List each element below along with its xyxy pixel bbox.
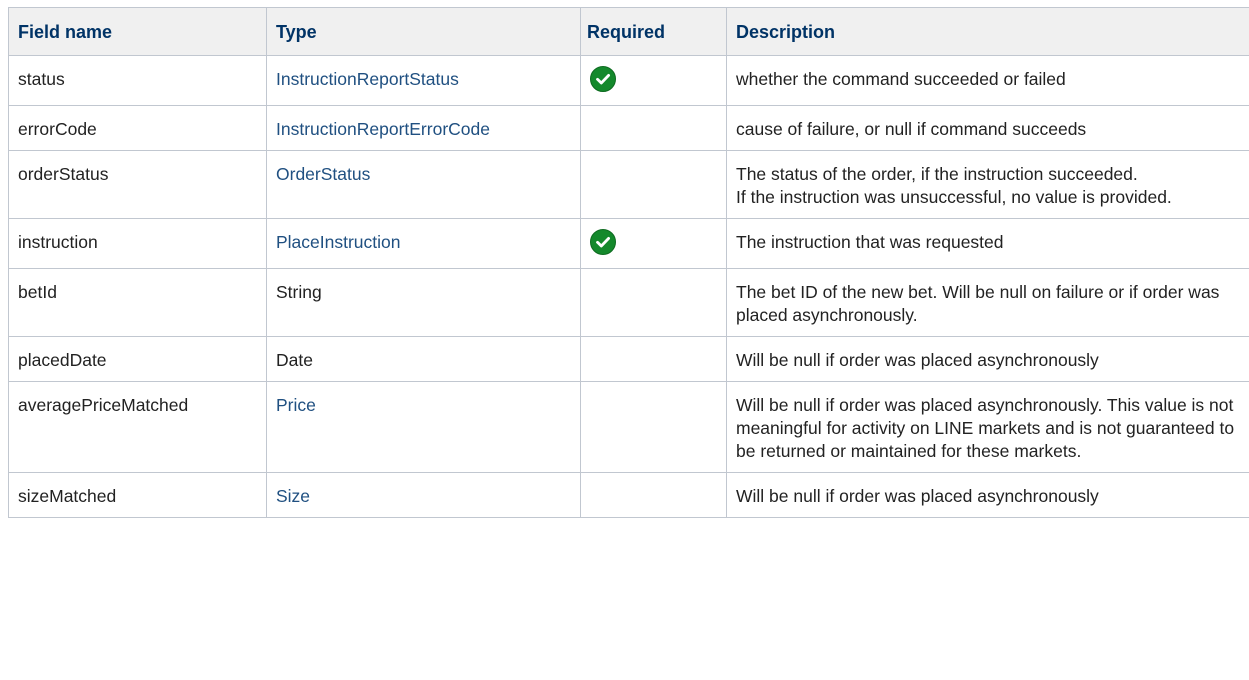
type-link[interactable]: PlaceInstruction xyxy=(276,232,401,252)
table-header-row: Field name Type Required Description xyxy=(8,7,1249,56)
description-text: Will be null if order was placed asynchr… xyxy=(736,486,1099,506)
table-row: instruction PlaceInstruction The instructi… xyxy=(8,218,1249,269)
table-row: status InstructionReportStatus whether the… xyxy=(8,55,1249,106)
description-text: The instruction that was requested xyxy=(736,232,1004,252)
table-row: averagePriceMatched Price Will be null if … xyxy=(8,381,1249,473)
field-name: status xyxy=(18,69,65,89)
type-label: Date xyxy=(276,350,313,370)
type-link[interactable]: OrderStatus xyxy=(276,164,370,184)
field-name-cell: status xyxy=(8,55,267,106)
header-description: Description xyxy=(726,7,1249,56)
field-name-cell: errorCode xyxy=(8,105,267,151)
type-cell: PlaceInstruction xyxy=(266,218,581,269)
description-text: The bet ID of the new bet. Will be null … xyxy=(736,282,1220,325)
type-cell: Price xyxy=(266,381,581,473)
type-cell: Date xyxy=(266,336,581,382)
check-circle-icon xyxy=(589,228,617,256)
field-name-cell: orderStatus xyxy=(8,150,267,219)
type-cell: InstructionReportStatus xyxy=(266,55,581,106)
description-cell: The bet ID of the new bet. Will be null … xyxy=(726,268,1249,337)
required-cell xyxy=(580,336,727,382)
field-name-cell: placedDate xyxy=(8,336,267,382)
field-name: errorCode xyxy=(18,119,97,139)
header-required: Required xyxy=(580,7,727,56)
table-row: betId String The bet ID of the new bet. Wi… xyxy=(8,268,1249,337)
header-type: Type xyxy=(266,7,581,56)
description-text: Will be null if order was placed asynchr… xyxy=(736,395,1235,461)
required-cell xyxy=(580,381,727,473)
table-row: errorCode InstructionReportErrorCode cause… xyxy=(8,105,1249,151)
description-cell: whether the command succeeded or failed xyxy=(726,55,1249,106)
description-cell: Will be null if order was placed asynchr… xyxy=(726,472,1249,518)
type-cell: String xyxy=(266,268,581,337)
table-row: placedDate Date Will be null if order was … xyxy=(8,336,1249,382)
fields-table: Field name Type Required Description sta… xyxy=(8,7,1249,518)
type-label: String xyxy=(276,282,322,302)
field-name: averagePriceMatched xyxy=(18,395,189,415)
table-row: sizeMatched Size Will be null if order was… xyxy=(8,472,1249,518)
description-cell: Will be null if order was placed asynchr… xyxy=(726,336,1249,382)
field-name-cell: averagePriceMatched xyxy=(8,381,267,473)
type-cell: Size xyxy=(266,472,581,518)
required-cell xyxy=(580,150,727,219)
description-cell: The instruction that was requested xyxy=(726,218,1249,269)
field-name: placedDate xyxy=(18,350,107,370)
field-name: sizeMatched xyxy=(18,486,117,506)
field-name-cell: betId xyxy=(8,268,267,337)
description-text: If the instruction was unsuccessful, no … xyxy=(736,187,1172,207)
type-cell: InstructionReportErrorCode xyxy=(266,105,581,151)
description-cell: The status of the order, if the instruct… xyxy=(726,150,1249,219)
required-cell xyxy=(580,268,727,337)
description-cell: Will be null if order was placed asynchr… xyxy=(726,381,1249,473)
type-link[interactable]: InstructionReportErrorCode xyxy=(276,119,490,139)
field-name-cell: instruction xyxy=(8,218,267,269)
field-name: orderStatus xyxy=(18,164,109,184)
type-link[interactable]: Price xyxy=(276,395,316,415)
description-text: whether the command succeeded or failed xyxy=(736,69,1066,89)
required-cell xyxy=(580,472,727,518)
description-text: The status of the order, if the instruct… xyxy=(736,164,1138,184)
description-text: cause of failure, or null if command suc… xyxy=(736,119,1087,139)
check-circle-icon xyxy=(589,65,617,93)
description-text: Will be null if order was placed asynchr… xyxy=(736,350,1099,370)
type-link[interactable]: Size xyxy=(276,486,310,506)
field-name: instruction xyxy=(18,232,98,252)
header-field-name: Field name xyxy=(8,7,267,56)
description-cell: cause of failure, or null if command suc… xyxy=(726,105,1249,151)
table-row: orderStatus OrderStatus The status of the … xyxy=(8,150,1249,219)
required-cell xyxy=(580,55,727,106)
required-cell xyxy=(580,105,727,151)
field-name: betId xyxy=(18,282,57,302)
field-name-cell: sizeMatched xyxy=(8,472,267,518)
type-cell: OrderStatus xyxy=(266,150,581,219)
type-link[interactable]: InstructionReportStatus xyxy=(276,69,459,89)
table-body: status InstructionReportStatus whether the… xyxy=(8,55,1249,518)
required-cell xyxy=(580,218,727,269)
